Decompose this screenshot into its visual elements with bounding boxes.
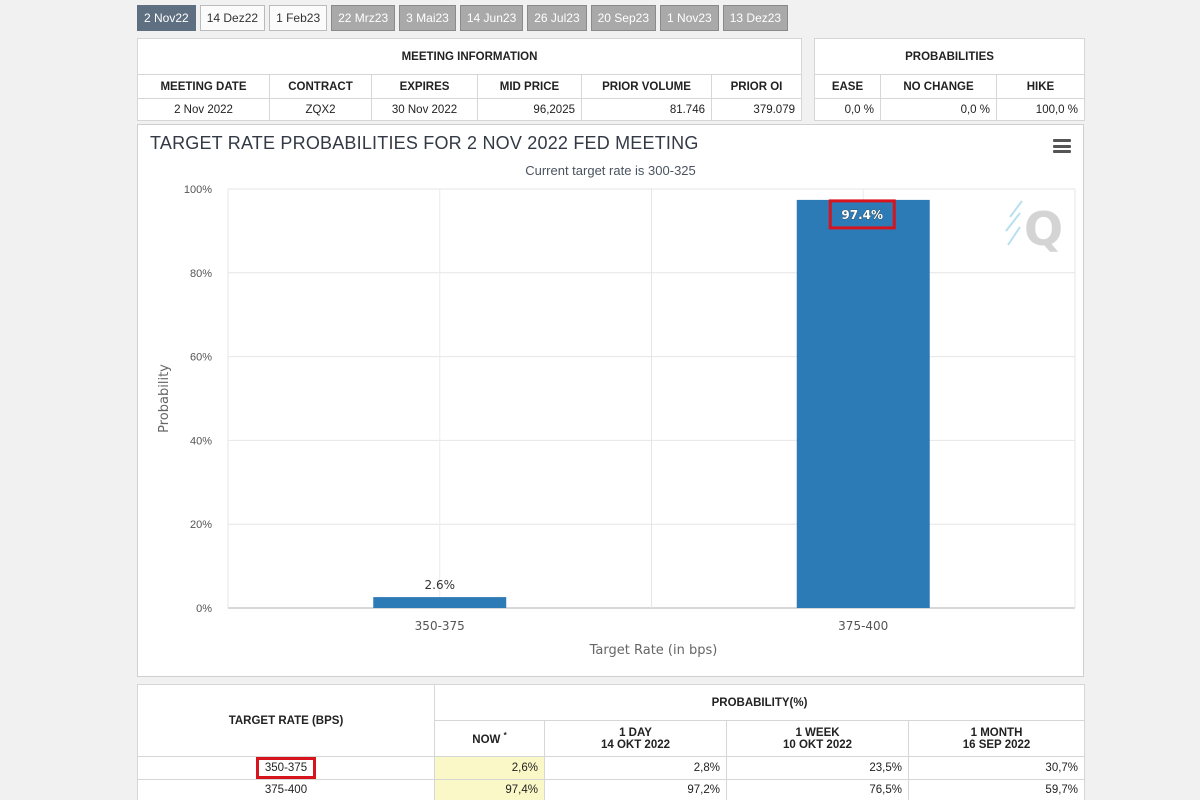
bar-350-375[interactable] — [373, 597, 507, 608]
expires-value: 30 Nov 2022 — [371, 98, 478, 121]
q-logo-icon: Q — [1005, 200, 1063, 256]
now-value: 97,4% — [434, 779, 545, 800]
x-tick-label: 375-400 — [838, 619, 888, 633]
tab-14-jun23[interactable]: 14 Jun23 — [459, 5, 524, 31]
meeting-information-table: MEETING INFORMATION MEETING DATE CONTRAC… — [137, 38, 802, 121]
tab-20-sep23[interactable]: 20 Sep23 — [590, 5, 657, 31]
hike-value: 100,0 % — [996, 98, 1085, 121]
x-axis-label: Target Rate (in bps) — [589, 643, 718, 658]
col-mid-price: MID PRICE — [477, 74, 582, 99]
svg-text:Q: Q — [1024, 202, 1063, 256]
y-axis-label: Probability — [157, 364, 172, 433]
no-change-value: 0,0 % — [880, 98, 997, 121]
bar-chart: 0% 20% 40% 60% 80% 100% 350-375 2.6% 375-400 97.4… — [157, 184, 1076, 658]
col-prior-volume: PRIOR VOLUME — [581, 74, 712, 99]
1-week-value: 76,5% — [726, 779, 909, 800]
col-hike: HIKE — [996, 74, 1085, 99]
tab-1-feb23[interactable]: 1 Feb23 — [269, 5, 328, 31]
col-contract: CONTRACT — [269, 74, 372, 99]
y-tick-label: 60% — [190, 352, 212, 364]
probabilities-heading: PROBABILITIES — [814, 38, 1085, 75]
data-label: 97.4% — [841, 208, 883, 222]
probability-history-table: TARGET RATE (BPS) PROBABILITY(%) NOW * 1… — [137, 684, 1086, 800]
tab-22-mrz23[interactable]: 22 Mrz23 — [331, 5, 396, 31]
col-1-day: 1 DAY 14 OKT 2022 — [544, 720, 727, 757]
tab-1-nov23[interactable]: 1 Nov23 — [660, 5, 719, 31]
col-now: NOW * — [434, 720, 545, 757]
y-tick-label: 40% — [190, 435, 212, 447]
probabilities-table: PROBABILITIES EASE NO CHANGE HIKE 0,0 % … — [814, 38, 1085, 121]
x-tick-label: 350-375 — [415, 619, 465, 633]
table-row: 375-400 97,4% 97,2% 76,5% 59,7% — [137, 779, 1086, 800]
y-tick-label: 100% — [184, 184, 212, 196]
mid-price-value: 96,2025 — [477, 98, 582, 121]
1-day-value: 97,2% — [544, 779, 727, 800]
1-week-value: 23,5% — [726, 756, 909, 780]
y-tick-label: 20% — [190, 519, 212, 531]
meeting-tabs: 2 Nov22 14 Dez22 1 Feb23 22 Mrz23 3 Mai23 14 … — [137, 5, 789, 31]
ease-value: 0,0 % — [814, 98, 881, 121]
tab-3-mai23[interactable]: 3 Mai23 — [399, 5, 456, 31]
col-1-month: 1 MONTH 16 SEP 2022 — [907, 720, 1086, 757]
tab-13-dez23[interactable]: 13 Dez23 — [722, 5, 789, 31]
contract-value: ZQX2 — [269, 98, 372, 121]
chart-panel: TARGET RATE PROBABILITIES FOR 2 NOV 2022… — [137, 124, 1084, 677]
target-rate-cell: 375-400 — [137, 779, 435, 800]
prior-oi-value: 379.079 — [711, 98, 802, 121]
target-rate-cell-highlighted: 350-375 — [255, 757, 317, 779]
1-month-value: 30,7% — [907, 756, 1086, 780]
col-expires: EXPIRES — [371, 74, 478, 99]
col-1-week: 1 WEEK 10 OKT 2022 — [726, 720, 909, 757]
tab-14-dez22[interactable]: 14 Dez22 — [199, 5, 266, 31]
1-day-value: 2,8% — [544, 756, 727, 780]
now-value: 2,6% — [434, 756, 545, 780]
data-label: 2.6% — [425, 578, 456, 592]
probability-header: PROBABILITY(%) — [433, 684, 1086, 721]
1-month-value: 59,7% — [907, 779, 1086, 800]
col-prior-oi: PRIOR OI — [711, 74, 802, 99]
bar-375-400[interactable] — [796, 199, 930, 609]
prior-volume-value: 81.746 — [581, 98, 712, 121]
y-tick-label: 80% — [190, 268, 212, 280]
col-meeting-date: MEETING DATE — [137, 74, 270, 99]
meeting-information-heading: MEETING INFORMATION — [137, 38, 802, 75]
meeting-date-value: 2 Nov 2022 — [137, 98, 270, 121]
col-no-change: NO CHANGE — [880, 74, 997, 99]
tab-26-jul23[interactable]: 26 Jul23 — [527, 5, 587, 31]
target-rate-header: TARGET RATE (BPS) — [137, 684, 435, 757]
col-ease: EASE — [814, 74, 881, 99]
table-row: 350-375 2,6% 2,8% 23,5% 30,7% — [137, 756, 1086, 780]
y-tick-label: 0% — [196, 603, 212, 615]
tab-2-nov22[interactable]: 2 Nov22 — [137, 5, 196, 31]
